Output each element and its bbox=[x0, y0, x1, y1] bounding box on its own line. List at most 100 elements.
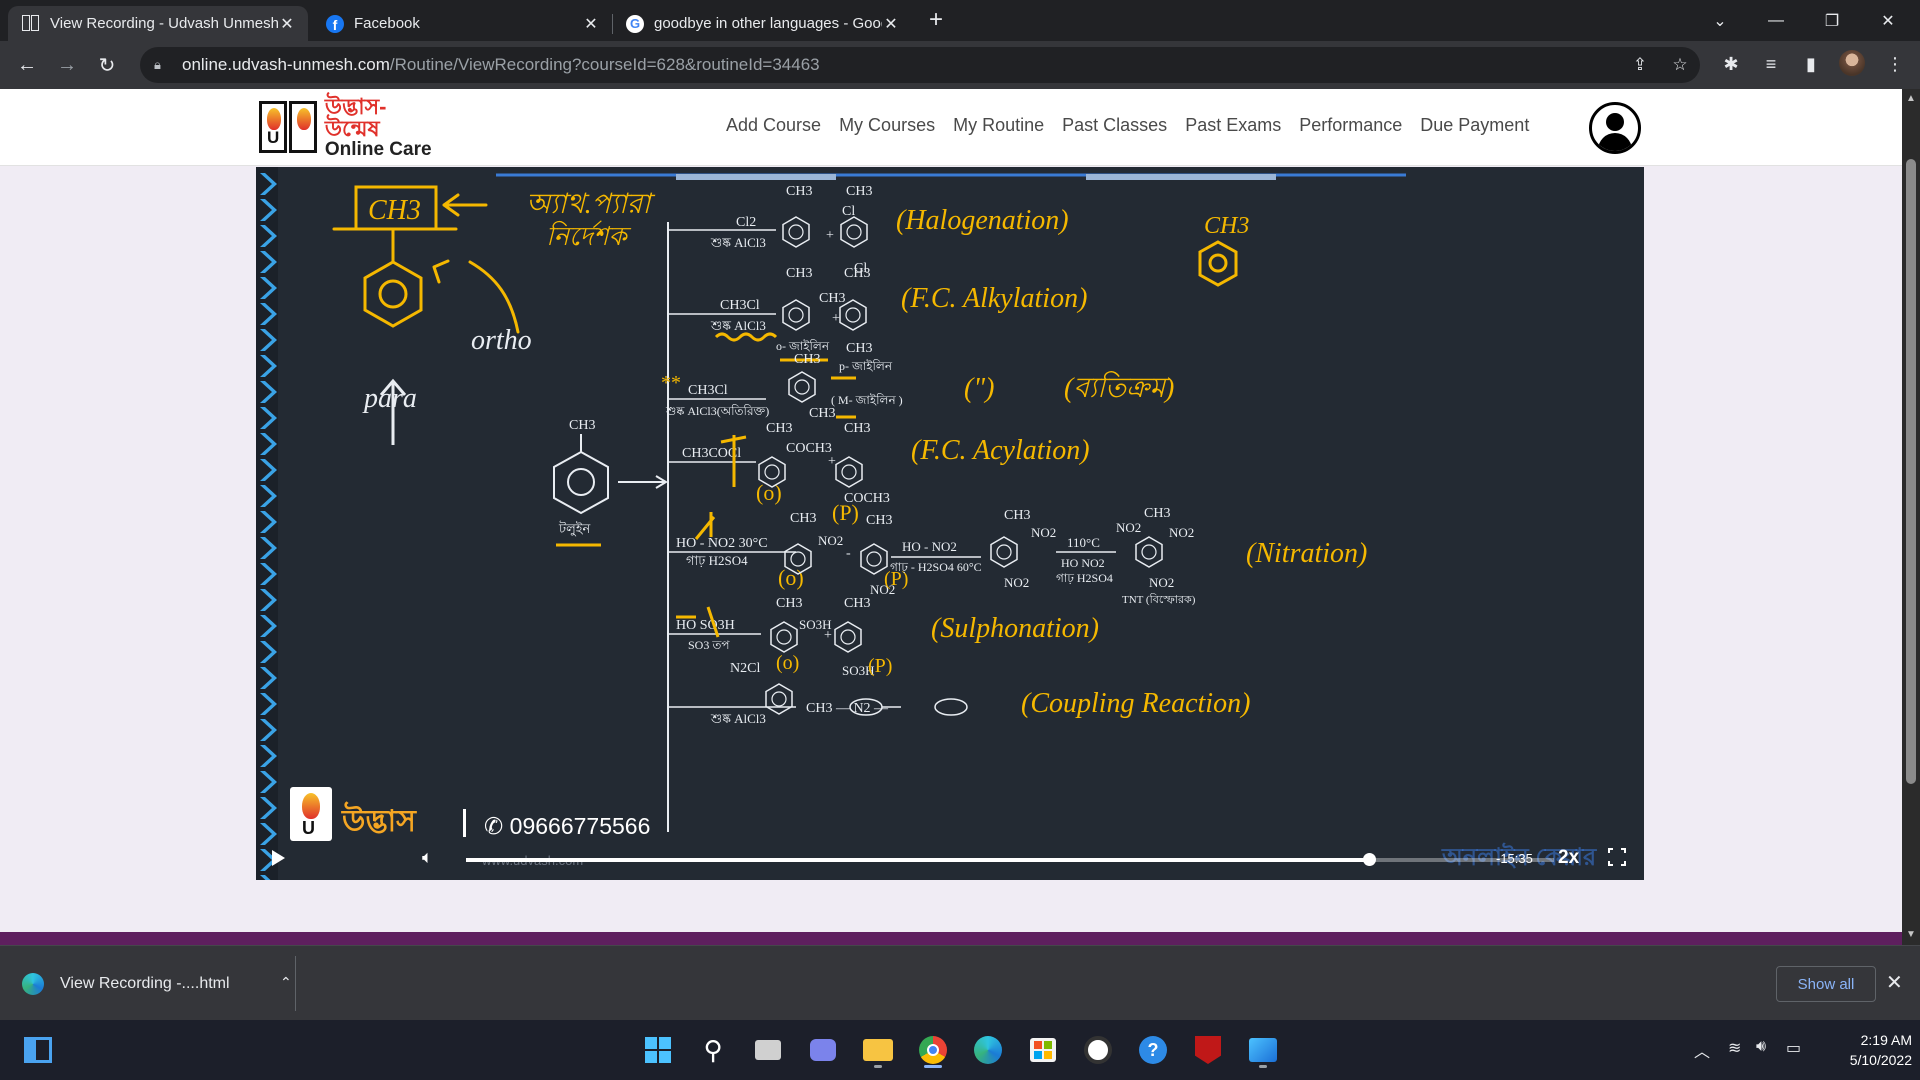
download-item[interactable]: View Recording -....html ⌃ bbox=[22, 964, 292, 1004]
logo-text-bn: উদ্ভাস-উন্মেষ bbox=[324, 93, 387, 141]
back-button[interactable]: ← bbox=[12, 50, 42, 80]
site-footer-strip bbox=[0, 932, 1902, 945]
edge-icon[interactable] bbox=[968, 1030, 1008, 1070]
benzene-ring bbox=[860, 543, 888, 575]
tab-facebook[interactable]: f Facebook ✕ bbox=[312, 6, 612, 41]
benzene-ring-inner bbox=[788, 224, 804, 240]
playback-speed-button[interactable]: 2x bbox=[1558, 847, 1579, 869]
benzene-ring bbox=[840, 216, 868, 248]
show-all-button[interactable]: Show all bbox=[1776, 966, 1876, 1002]
logo-mark: U bbox=[259, 101, 319, 153]
chevron-up-icon[interactable]: ︿ bbox=[1694, 1038, 1710, 1062]
udvash-logo[interactable]: U উদ্ভাস-উন্মেষ Online Care bbox=[259, 93, 441, 159]
file-explorer-icon[interactable] bbox=[858, 1030, 898, 1070]
benzene-ring bbox=[770, 621, 798, 653]
benzene-ring bbox=[990, 536, 1018, 568]
browser-toolbar: ← → ↻ 🔒︎ online.udvash-unmesh.com/Routin… bbox=[0, 41, 1920, 89]
forward-button[interactable]: → bbox=[52, 50, 82, 80]
close-downloads-icon[interactable]: ✕ bbox=[1886, 970, 1903, 995]
page-scrollbar[interactable]: ▲ ▼ bbox=[1902, 89, 1920, 945]
main-nav: Add Course My Courses My Routine Past Cl… bbox=[726, 115, 1529, 136]
profile-avatar[interactable] bbox=[1839, 50, 1865, 76]
system-clock[interactable]: 2:19 AM 5/10/2022 bbox=[1816, 1030, 1912, 1070]
benzene-ring bbox=[782, 299, 810, 331]
address-bar[interactable]: 🔒︎ online.udvash-unmesh.com/Routine/View… bbox=[140, 47, 1700, 83]
chrome-icon[interactable] bbox=[913, 1030, 953, 1070]
udvash-video-logo: U bbox=[290, 787, 332, 841]
clock-date: 5/10/2022 bbox=[1849, 1052, 1912, 1068]
benzene-ring bbox=[784, 543, 812, 575]
nav-add-course[interactable]: Add Course bbox=[726, 115, 821, 136]
close-window-button[interactable]: ✕ bbox=[1860, 0, 1916, 41]
benzene-ring-inner bbox=[846, 224, 862, 240]
mcafee-icon[interactable] bbox=[1188, 1030, 1228, 1070]
udvash-favicon-icon bbox=[22, 14, 40, 33]
download-separator bbox=[295, 956, 296, 1011]
play-icon[interactable] bbox=[272, 850, 285, 866]
nav-past-classes[interactable]: Past Classes bbox=[1062, 115, 1167, 136]
nav-past-exams[interactable]: Past Exams bbox=[1185, 115, 1281, 136]
progress-fill bbox=[466, 858, 1370, 862]
restore-button[interactable]: ❐ bbox=[1804, 0, 1860, 41]
tab-search-icon[interactable]: ⌄ bbox=[1692, 0, 1748, 41]
reload-button[interactable]: ↻ bbox=[92, 50, 122, 80]
close-tab-icon[interactable]: ✕ bbox=[582, 14, 600, 34]
tab-view-recording[interactable]: View Recording - Udvash Unmesh ✕ bbox=[8, 6, 308, 41]
time-remaining: -15:35 bbox=[1496, 851, 1533, 866]
close-tab-icon[interactable]: ✕ bbox=[882, 14, 900, 34]
minimize-button[interactable]: — bbox=[1748, 0, 1804, 41]
teams-chat-icon[interactable] bbox=[803, 1030, 843, 1070]
chevron-up-icon[interactable]: ⌃ bbox=[280, 974, 292, 991]
benzene-ring-inner bbox=[845, 307, 861, 323]
benzene-ring-inner bbox=[788, 307, 804, 323]
menu-kebab-icon[interactable]: ⋮ bbox=[1881, 50, 1909, 78]
close-tab-icon[interactable]: ✕ bbox=[278, 14, 296, 34]
benzene-ring bbox=[1135, 536, 1163, 568]
app-icon-circle[interactable] bbox=[1078, 1030, 1118, 1070]
fullscreen-icon[interactable] bbox=[1607, 847, 1627, 867]
scroll-down-icon[interactable]: ▼ bbox=[1906, 929, 1916, 940]
benzene-ring-inner bbox=[841, 464, 857, 480]
tab-google-search[interactable]: G goodbye in other languages - Google Se… bbox=[612, 6, 912, 41]
benzene-ring-inner bbox=[1141, 544, 1157, 560]
benzene-ring bbox=[758, 456, 786, 488]
google-icon: G bbox=[626, 14, 644, 33]
overlay-separator bbox=[463, 809, 466, 837]
nav-performance[interactable]: Performance bbox=[1299, 115, 1402, 136]
share-icon[interactable]: ⇪ bbox=[1626, 51, 1654, 79]
url-host: online.udvash-unmesh.com bbox=[182, 55, 390, 74]
reading-list-icon[interactable]: ≡ bbox=[1757, 50, 1785, 78]
bookmark-star-icon[interactable]: ☆ bbox=[1666, 51, 1694, 79]
microsoft-store-icon[interactable] bbox=[1023, 1030, 1063, 1070]
user-profile-icon[interactable] bbox=[1589, 102, 1641, 154]
nav-my-routine[interactable]: My Routine bbox=[953, 115, 1044, 136]
tab-title: View Recording - Udvash Unmesh bbox=[50, 15, 278, 32]
logo-text-en: Online Care bbox=[324, 138, 432, 160]
video-player[interactable]: CH3 অ্যাথ.প্যারা নির্দেশক ortho para CH3… bbox=[256, 167, 1644, 880]
benzene-ring bbox=[839, 299, 867, 331]
task-view-icon[interactable] bbox=[18, 1030, 58, 1070]
volume-icon[interactable]: 🔈︎ bbox=[422, 847, 444, 869]
help-icon[interactable]: ? bbox=[1133, 1030, 1173, 1070]
phone-number: ✆ 09666775566 bbox=[484, 813, 651, 839]
volume-icon[interactable]: 🔊︎ bbox=[1756, 1038, 1766, 1056]
search-icon[interactable]: ⚲ bbox=[693, 1030, 733, 1070]
windows-start-icon[interactable] bbox=[638, 1030, 678, 1070]
tab-title: goodbye in other languages - Google Sear… bbox=[654, 15, 882, 32]
nav-my-courses[interactable]: My Courses bbox=[839, 115, 935, 136]
side-panel-icon[interactable]: ▮ bbox=[1797, 50, 1825, 78]
progress-handle[interactable] bbox=[1363, 853, 1377, 866]
edge-file-icon bbox=[22, 973, 44, 995]
nav-due-payment[interactable]: Due Payment bbox=[1420, 115, 1529, 136]
battery-icon[interactable]: ▭ bbox=[1786, 1038, 1801, 1058]
wifi-icon[interactable]: ≋ bbox=[1728, 1038, 1741, 1058]
progress-bar[interactable] bbox=[466, 853, 1554, 866]
task-view-windows-icon[interactable] bbox=[748, 1030, 788, 1070]
benzene-ring-inner bbox=[764, 464, 780, 480]
photos-icon[interactable] bbox=[1243, 1030, 1283, 1070]
benzene-ring bbox=[835, 456, 863, 488]
scroll-up-icon[interactable]: ▲ bbox=[1906, 93, 1916, 104]
scroll-thumb[interactable] bbox=[1906, 159, 1916, 784]
new-tab-button[interactable]: + bbox=[922, 6, 950, 34]
extensions-puzzle-icon[interactable]: ✱ bbox=[1717, 50, 1745, 78]
